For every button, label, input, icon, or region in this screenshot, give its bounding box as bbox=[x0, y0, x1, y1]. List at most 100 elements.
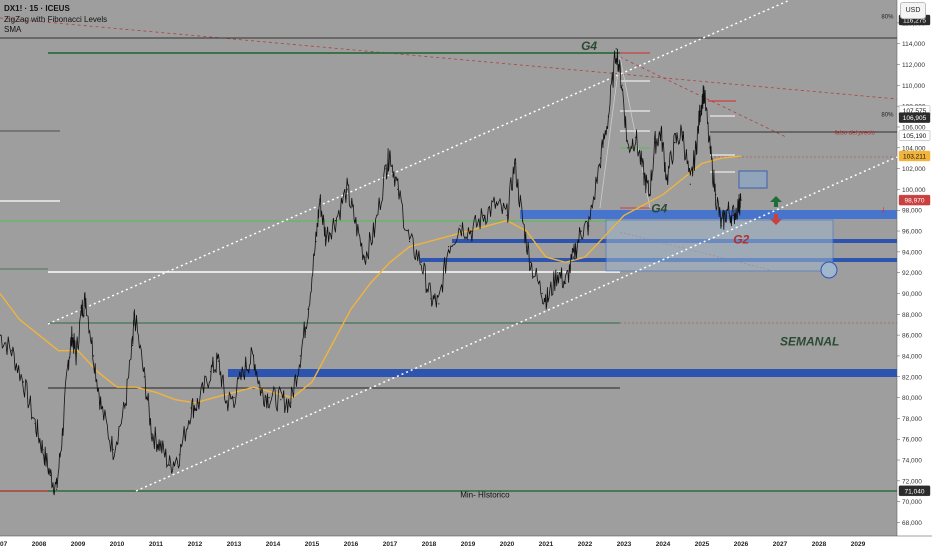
price-point bbox=[635, 136, 637, 138]
price-point bbox=[699, 110, 701, 112]
price-point bbox=[547, 298, 549, 300]
x-tick-label: 2027 bbox=[773, 541, 788, 548]
price-point bbox=[100, 407, 102, 409]
price-point bbox=[169, 464, 171, 466]
price-point bbox=[541, 292, 543, 295]
y-tick-label: 112,000 bbox=[902, 62, 925, 69]
price-point bbox=[124, 407, 126, 409]
x-tick-label: 2018 bbox=[422, 541, 437, 548]
price-point bbox=[93, 355, 95, 357]
price-point bbox=[557, 272, 559, 274]
price-point bbox=[11, 350, 13, 352]
y-tick-label: 98,000 bbox=[902, 208, 922, 215]
price-point bbox=[143, 376, 145, 378]
y-tick-label: 96,000 bbox=[902, 229, 922, 236]
y-tick-label: 90,000 bbox=[902, 291, 922, 298]
price-point bbox=[260, 391, 262, 393]
price-point bbox=[689, 183, 691, 185]
y-tick-label: 100,000 bbox=[902, 187, 926, 194]
annotation-label: G4 bbox=[581, 39, 597, 53]
price-point bbox=[81, 308, 83, 310]
y-tick-label: 92,000 bbox=[902, 270, 922, 277]
price-point bbox=[715, 194, 717, 196]
price-point bbox=[709, 147, 711, 149]
price-point bbox=[580, 230, 582, 232]
price-point bbox=[151, 433, 153, 435]
x-tick-label: 2011 bbox=[149, 541, 163, 548]
symbol-line[interactable]: DX1! · 15 · ICEUS bbox=[4, 4, 70, 14]
price-point bbox=[674, 142, 676, 144]
x-tick-label: 2013 bbox=[227, 541, 242, 548]
x-tick-label: 2029 bbox=[851, 541, 866, 548]
price-point bbox=[397, 188, 399, 190]
price-point bbox=[50, 475, 52, 477]
annotation-label: G4 bbox=[651, 201, 667, 215]
price-point bbox=[438, 303, 440, 305]
price-point bbox=[233, 397, 235, 399]
x-tick-label: 2022 bbox=[578, 541, 593, 548]
x-tick-label: 2007 bbox=[0, 541, 8, 548]
y-tick-label: 78,000 bbox=[902, 416, 922, 423]
annotation-label: 80% bbox=[881, 15, 894, 21]
y-tick-label: 68,000 bbox=[902, 520, 922, 527]
price-point bbox=[319, 199, 321, 201]
price-point bbox=[621, 84, 623, 86]
x-tick-label: 2024 bbox=[656, 541, 671, 548]
price-point bbox=[334, 220, 336, 222]
price-point bbox=[660, 131, 662, 133]
price-point bbox=[112, 449, 114, 451]
price-point bbox=[726, 209, 729, 211]
price-point bbox=[56, 488, 58, 490]
y-tick-label: 110,000 bbox=[902, 83, 925, 90]
x-tick-label: 2008 bbox=[32, 541, 47, 548]
price-point bbox=[252, 355, 255, 357]
price-point bbox=[315, 240, 317, 243]
small-zone-box bbox=[738, 170, 768, 189]
price-point bbox=[695, 147, 697, 149]
x-tick-label: 2025 bbox=[695, 541, 710, 548]
price-point bbox=[681, 131, 684, 133]
indicator-zigzag[interactable]: ZigZag with Fibonacci Levels bbox=[4, 15, 107, 25]
price-point bbox=[607, 116, 610, 118]
indicator-sma[interactable]: SMA bbox=[4, 25, 21, 35]
price-point bbox=[459, 225, 461, 227]
price-point bbox=[654, 142, 656, 144]
price-point bbox=[190, 407, 192, 409]
price-chart[interactable]: ↓ G4 G4 G2 SEMANAL Min- HIstorico falso del p… bbox=[0, 0, 932, 550]
annotation-label: G2 bbox=[733, 233, 749, 247]
y-tick-label: 102,000 bbox=[902, 166, 926, 173]
x-tick-label: 2017 bbox=[383, 541, 398, 548]
x-tick-label: 2026 bbox=[734, 541, 749, 548]
price-badge-label: 71,040 bbox=[905, 488, 925, 495]
chart-area[interactable]: ↓ G4 G4 G2 SEMANAL Min- HIstorico falso del p… bbox=[0, 0, 932, 550]
price-point bbox=[299, 355, 301, 357]
x-tick-label: 2028 bbox=[812, 541, 827, 548]
price-badge-label: 103,211 bbox=[903, 154, 926, 161]
price-point bbox=[159, 443, 161, 445]
x-tick-label: 2020 bbox=[500, 541, 515, 548]
price-point bbox=[67, 360, 69, 362]
price-point bbox=[134, 313, 136, 315]
price-point bbox=[42, 449, 44, 451]
price-point bbox=[740, 199, 742, 201]
price-point bbox=[600, 157, 602, 159]
price-point bbox=[529, 261, 532, 263]
currency-button[interactable]: USD bbox=[900, 2, 926, 19]
price-point bbox=[430, 298, 432, 300]
price-point bbox=[420, 261, 422, 263]
x-tick-label: 2014 bbox=[266, 541, 281, 548]
price-point bbox=[364, 256, 366, 258]
price-point bbox=[564, 282, 567, 284]
price-point bbox=[522, 220, 524, 222]
price-point bbox=[325, 235, 327, 237]
price-point bbox=[648, 194, 651, 196]
target-circle bbox=[820, 261, 838, 279]
price-point bbox=[389, 152, 391, 154]
projection-box bbox=[605, 219, 834, 272]
price-badge-label: 98,970 bbox=[905, 198, 925, 205]
blue-zone-82 bbox=[228, 369, 897, 377]
y-tick-label: 76,000 bbox=[902, 437, 922, 444]
price-point bbox=[34, 423, 36, 425]
y-tick-label: 114,000 bbox=[902, 41, 925, 48]
price-point bbox=[627, 147, 629, 149]
